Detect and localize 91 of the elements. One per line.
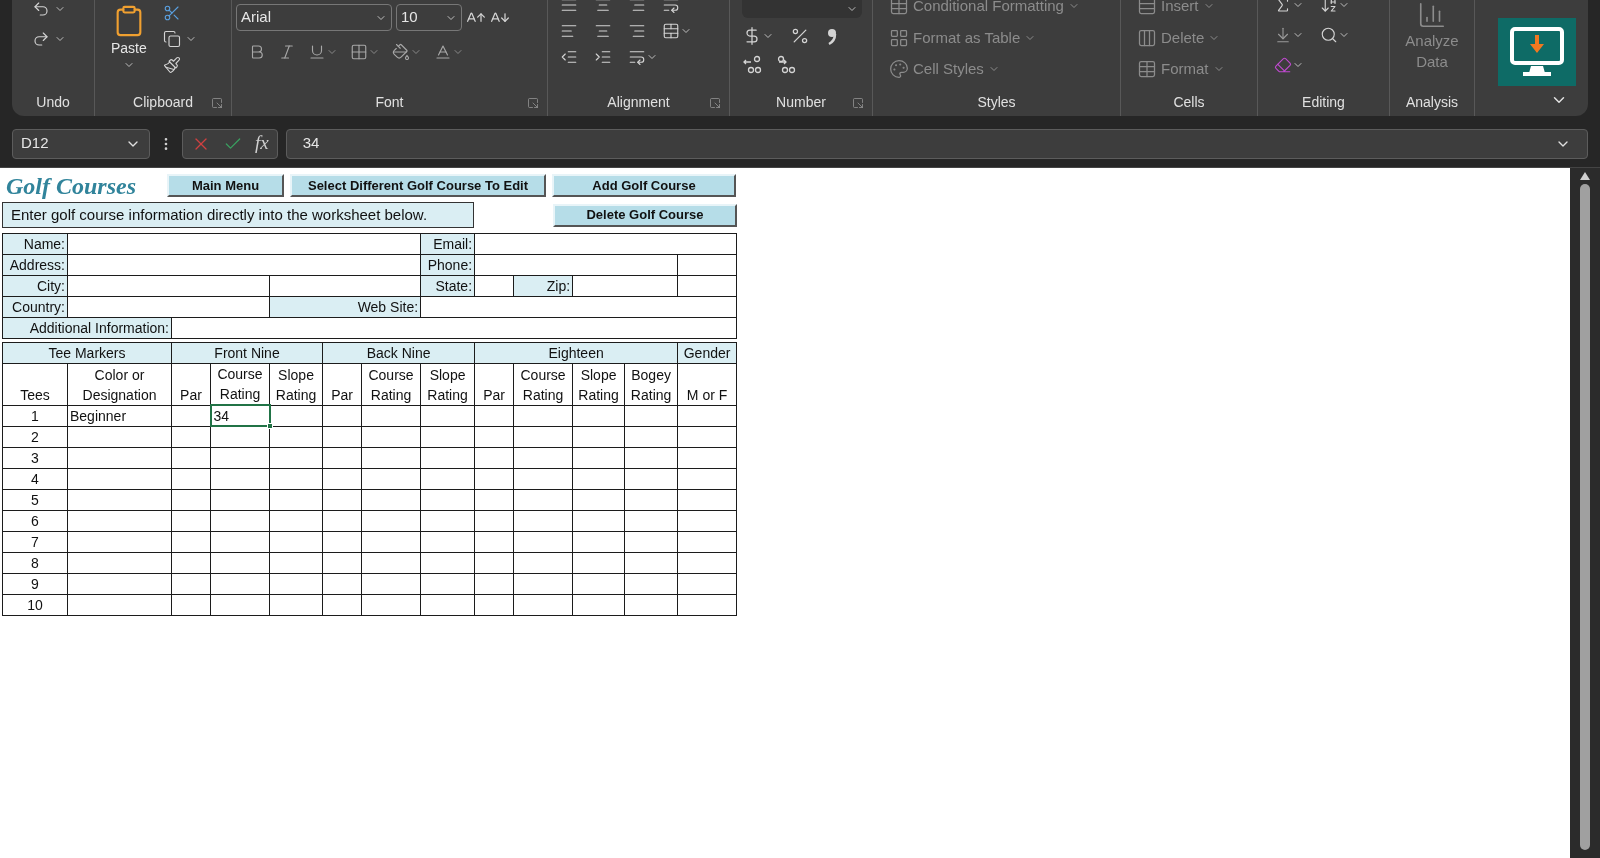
- column-group-header: Front Nine: [171, 342, 323, 364]
- insert-function-button[interactable]: fx: [255, 129, 269, 158]
- column-header: Slope Rating: [420, 363, 475, 405]
- table-cell[interactable]: 7: [2, 531, 68, 552]
- fill-color-icon[interactable]: [392, 43, 410, 61]
- percent-icon[interactable]: [790, 26, 810, 46]
- paste-button[interactable]: Paste: [111, 4, 147, 74]
- table-cell[interactable]: 5: [2, 489, 68, 510]
- align-left-icon[interactable]: [560, 22, 578, 40]
- table-cell[interactable]: 6: [2, 510, 68, 531]
- borders-icon[interactable]: [350, 43, 368, 61]
- group-label: Alignment: [607, 92, 670, 112]
- field-label: Address:: [2, 254, 68, 276]
- font-name-dropdown[interactable]: Arial: [236, 4, 392, 31]
- dialog-launcher-icon[interactable]: [709, 97, 721, 109]
- merge-cells-icon[interactable]: [662, 22, 680, 40]
- vertical-scrollbar[interactable]: [1570, 168, 1600, 858]
- column-group-header: Gender: [677, 342, 737, 364]
- font-size-dropdown[interactable]: 10: [396, 4, 462, 31]
- column-header: Par: [171, 363, 211, 405]
- table-cell[interactable]: Beginner: [67, 405, 172, 426]
- chart-icon: [1417, 0, 1447, 30]
- sheet-title: Golf Courses: [5, 173, 138, 198]
- decrease-decimal-icon[interactable]: [776, 54, 798, 76]
- column-group-header: Tee Markers: [2, 342, 172, 364]
- table-cell[interactable]: 2: [2, 426, 68, 447]
- increase-decimal-icon[interactable]: [742, 54, 764, 76]
- group-label: Analysis: [1405, 92, 1459, 112]
- group-label: Undo: [36, 92, 70, 112]
- selected-cell[interactable]: 34: [210, 405, 270, 426]
- table-cell[interactable]: 9: [2, 573, 68, 594]
- column-header: Course Rating: [361, 363, 421, 405]
- decrease-indent-icon[interactable]: [560, 48, 578, 66]
- dialog-launcher-icon[interactable]: [527, 97, 539, 109]
- field-label: Name:: [2, 233, 68, 255]
- group-label: Number: [776, 92, 826, 112]
- table-cell[interactable]: 4: [2, 468, 68, 489]
- copy-icon[interactable]: [162, 30, 181, 48]
- undo-icon[interactable]: [32, 0, 50, 18]
- search-icon[interactable]: [1320, 26, 1338, 44]
- field-label: Country:: [2, 296, 68, 318]
- column-header: Par: [474, 363, 514, 405]
- scroll-up-icon[interactable]: [1580, 172, 1590, 180]
- group-label: Editing: [1302, 92, 1345, 112]
- app-logo[interactable]: [1498, 18, 1576, 86]
- underline-icon[interactable]: [308, 43, 326, 61]
- column-group-header: Back Nine: [322, 342, 475, 364]
- group-label: Styles: [977, 92, 1016, 112]
- column-header: Slope Rating: [572, 363, 625, 405]
- table-cell[interactable]: 10: [2, 594, 68, 615]
- dialog-launcher-icon[interactable]: [211, 97, 223, 109]
- monitor-download-icon: [1509, 26, 1565, 78]
- scissors-icon[interactable]: [162, 4, 181, 22]
- dialog-launcher-icon[interactable]: [852, 97, 864, 109]
- table-cell[interactable]: 3: [2, 447, 68, 468]
- formula-input[interactable]: 34: [285, 128, 1588, 159]
- column-header: Bogey Rating: [624, 363, 678, 405]
- sort-icon[interactable]: [1320, 0, 1338, 14]
- column-header: Color or Designation: [67, 363, 172, 405]
- sheet-button[interactable]: Select Different Golf Course To Edit: [290, 174, 546, 197]
- sheet-button[interactable]: Main Menu: [167, 174, 284, 197]
- eraser-icon[interactable]: [1274, 56, 1292, 74]
- table-cell[interactable]: 8: [2, 552, 68, 573]
- scroll-thumb[interactable]: [1580, 184, 1590, 850]
- column-header: Slope Rating: [269, 363, 323, 405]
- sheet-button[interactable]: Add Golf Course: [552, 174, 736, 197]
- font-color-icon[interactable]: [434, 43, 452, 61]
- brush-icon[interactable]: [162, 56, 181, 74]
- field-label: Email:: [420, 233, 475, 255]
- increase-indent-icon[interactable]: [594, 48, 612, 66]
- orientation-icon[interactable]: [628, 48, 646, 66]
- column-header: Tees: [2, 363, 68, 405]
- column-header: Course Rating: [513, 363, 573, 405]
- field-label: City:: [2, 275, 68, 297]
- italic-icon[interactable]: [278, 43, 296, 61]
- comma-style-icon[interactable]: [826, 26, 838, 46]
- table-cell[interactable]: 1: [2, 405, 68, 426]
- fill-icon[interactable]: [1274, 26, 1292, 44]
- align-center-icon[interactable]: [594, 22, 612, 40]
- group-label: Cells: [1173, 92, 1205, 112]
- redo-icon[interactable]: [32, 30, 50, 48]
- column-header: Par: [322, 363, 362, 405]
- field-label: Additional Information:: [2, 317, 172, 339]
- sheet-button[interactable]: Delete Golf Course: [553, 203, 737, 227]
- name-box[interactable]: D12: [12, 128, 150, 159]
- instruction-banner: Enter golf course information directly into the worksheet below.: [2, 202, 474, 228]
- column-header: M or F: [677, 363, 737, 405]
- group-label: Clipboard: [133, 92, 193, 112]
- column-group-header: Eighteen: [474, 342, 678, 364]
- align-right-icon[interactable]: [628, 22, 646, 40]
- group-label: Font: [375, 92, 404, 112]
